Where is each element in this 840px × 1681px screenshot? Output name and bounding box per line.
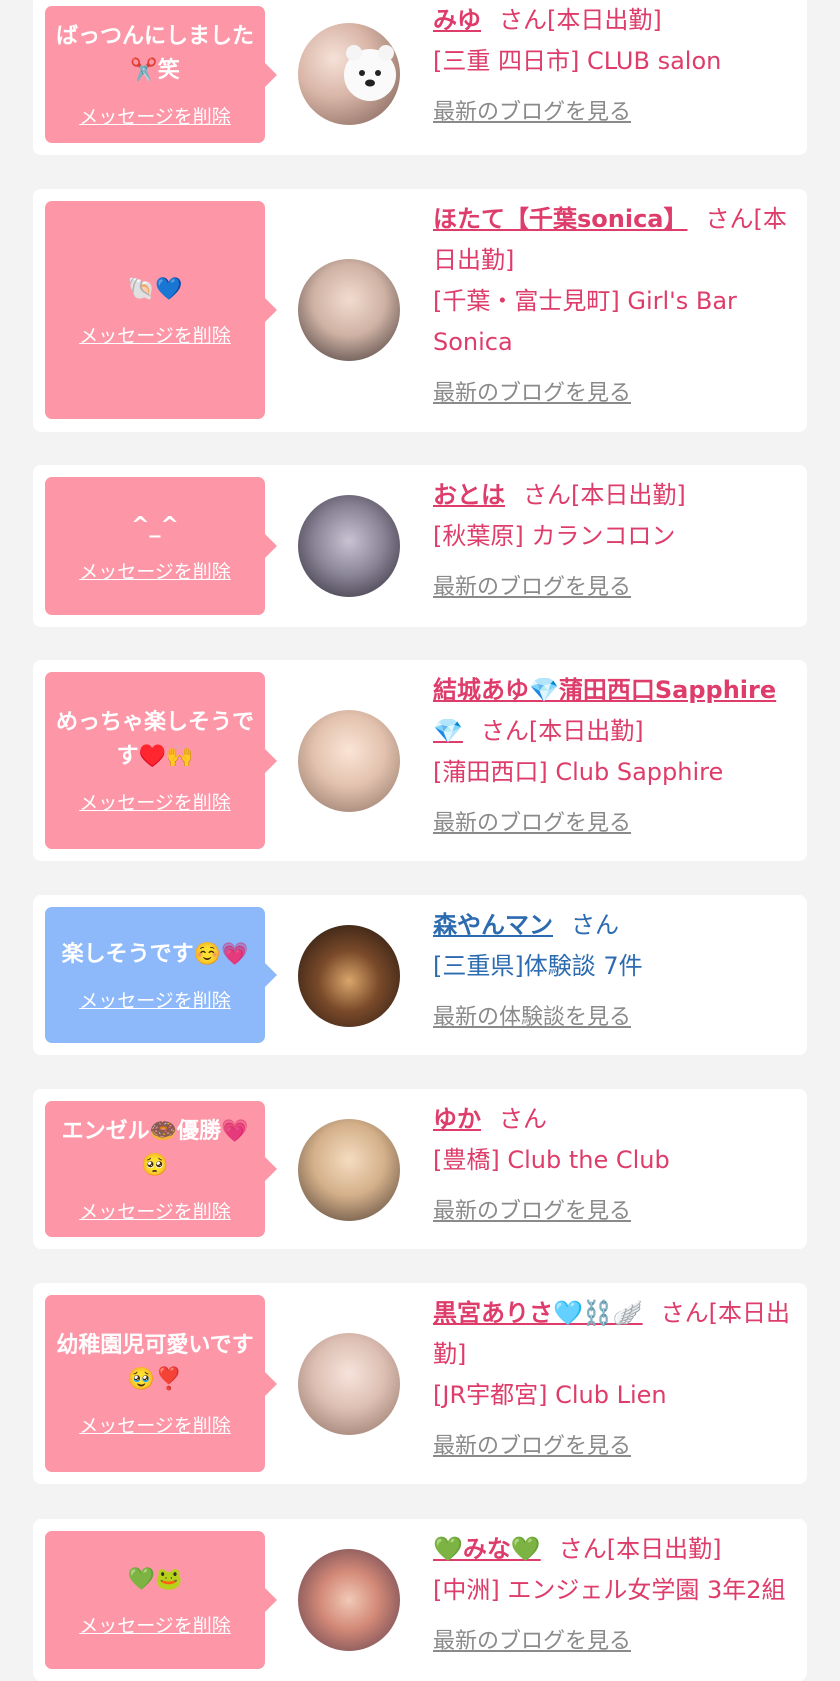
message-text: ばっつんにしました✂️笑 <box>55 24 254 83</box>
message-bubble: ばっつんにしました✂️笑 メッセージを削除 <box>45 6 277 143</box>
shop-info: [秋葉原] カランコロン <box>433 522 676 550</box>
cast-name-link[interactable]: おとは <box>433 481 505 509</box>
message-bubble: 楽しそうです☺️💗 メッセージを削除 <box>45 907 277 1043</box>
message-card: エンゼル🍩優勝💗🥺 メッセージを削除 ゆか さん [豊橋] Club the Cl… <box>33 1089 807 1249</box>
message-card: 🐚💙 メッセージを削除 ほたて【千葉sonica】 さん[本日出勤] [千葉・富士… <box>33 189 807 432</box>
message-card: 幼稚園児可愛いです🥹❣️ メッセージを削除 黒宮ありさ🩵⛓️🪽 さん[本日出勤] … <box>33 1283 807 1484</box>
delete-message-link[interactable]: メッセージを削除 <box>79 1611 231 1638</box>
message-text: 💚🐸 <box>127 1566 183 1592</box>
delete-message-link[interactable]: メッセージを削除 <box>79 1197 231 1224</box>
avatar[interactable] <box>298 495 400 597</box>
delete-message-link[interactable]: メッセージを削除 <box>79 102 231 129</box>
delete-message-link[interactable]: メッセージを削除 <box>79 986 231 1013</box>
cast-name-link[interactable]: 💚みな💚 <box>433 1535 541 1563</box>
avatar[interactable] <box>298 1333 400 1435</box>
cast-name-link[interactable]: 黒宮ありさ🩵⛓️🪽 <box>433 1299 643 1327</box>
message-card: 楽しそうです☺️💗 メッセージを削除 森やんマン さん [三重県]体験談 7件 最… <box>33 895 807 1055</box>
message-text: エンゼル🍩優勝💗🥺 <box>61 1118 249 1178</box>
cast-status: さん <box>499 1105 547 1133</box>
shop-info: [三重 四日市] CLUB salon <box>433 47 722 75</box>
message-card: めっちゃ楽しそうです♥️🙌 メッセージを削除 結城あゆ💎蒲田西口Sapphire… <box>33 660 807 861</box>
message-card: 💚🐸 メッセージを削除 💚みな💚 さん[本日出勤] [中洲] エンジェル女学園 3… <box>33 1519 807 1681</box>
latest-blog-link[interactable]: 最新のブログを見る <box>433 1428 631 1460</box>
latest-review-link[interactable]: 最新の体験談を見る <box>433 999 631 1031</box>
latest-blog-link[interactable]: 最新のブログを見る <box>433 94 631 126</box>
avatar[interactable] <box>298 710 400 812</box>
message-text: 🐚💙 <box>127 276 183 302</box>
delete-message-link[interactable]: メッセージを削除 <box>79 557 231 584</box>
message-text: ^_^ <box>131 512 179 538</box>
shop-info: [千葉・富士見町] Girl's Bar Sonica <box>433 287 737 356</box>
cast-status: さん[本日出勤] <box>523 481 686 509</box>
review-count: [三重県]体験談 7件 <box>433 952 643 980</box>
message-card: ^_^ メッセージを削除 おとは さん[本日出勤] [秋葉原] カランコロン 最新… <box>33 465 807 627</box>
shop-info: [中洲] エンジェル女学園 3年2組 <box>433 1576 786 1604</box>
avatar[interactable] <box>298 259 400 361</box>
profile-info: 黒宮ありさ🩵⛓️🪽 さん[本日出勤] [JR宇都宮] Club Lien 最新のブ… <box>433 1293 801 1460</box>
cast-status: さん[本日出勤] <box>480 717 644 745</box>
message-bubble: 🐚💙 メッセージを削除 <box>45 201 277 419</box>
profile-info: ゆか さん [豊橋] Club the Club 最新のブログを見る <box>433 1099 801 1225</box>
message-bubble: 幼稚園児可愛いです🥹❣️ メッセージを削除 <box>45 1295 277 1472</box>
shop-info: [豊橋] Club the Club <box>433 1146 670 1174</box>
latest-blog-link[interactable]: 最新のブログを見る <box>433 805 631 837</box>
message-text: めっちゃ楽しそうです♥️🙌 <box>55 710 254 769</box>
cast-name-link[interactable]: みゆ <box>433 6 481 34</box>
avatar[interactable] <box>298 1549 400 1651</box>
delete-message-link[interactable]: メッセージを削除 <box>79 321 231 348</box>
user-name-link[interactable]: 森やんマン <box>433 911 553 939</box>
latest-blog-link[interactable]: 最新のブログを見る <box>433 1623 631 1655</box>
profile-info: 結城あゆ💎蒲田西口Sapphire💎 さん[本日出勤] [蒲田西口] Club S… <box>433 670 801 837</box>
shop-info: [蒲田西口] Club Sapphire <box>433 758 724 786</box>
message-card: ばっつんにしました✂️笑 メッセージを削除 みゆ さん[本日出勤] [三重 四日市… <box>33 0 807 155</box>
cast-name-link[interactable]: ほたて【千葉sonica】 <box>433 205 688 233</box>
avatar[interactable] <box>298 925 400 1027</box>
latest-blog-link[interactable]: 最新のブログを見る <box>433 569 631 601</box>
profile-info: おとは さん[本日出勤] [秋葉原] カランコロン 最新のブログを見る <box>433 475 801 601</box>
message-list: ばっつんにしました✂️笑 メッセージを削除 みゆ さん[本日出勤] [三重 四日市… <box>0 0 840 1681</box>
profile-info: 💚みな💚 さん[本日出勤] [中洲] エンジェル女学園 3年2組 最新のブログを見… <box>433 1529 801 1655</box>
avatar[interactable] <box>298 1119 400 1221</box>
message-bubble: ^_^ メッセージを削除 <box>45 477 277 615</box>
avatar[interactable] <box>298 23 400 125</box>
bear-emoji-icon <box>344 45 396 101</box>
message-bubble: エンゼル🍩優勝💗🥺 メッセージを削除 <box>45 1101 277 1237</box>
shop-info: [JR宇都宮] Club Lien <box>433 1381 667 1409</box>
user-suffix: さん <box>571 911 619 939</box>
cast-status: さん[本日出勤] <box>558 1535 722 1563</box>
cast-name-link[interactable]: ゆか <box>433 1105 481 1133</box>
message-bubble: 💚🐸 メッセージを削除 <box>45 1531 277 1669</box>
latest-blog-link[interactable]: 最新のブログを見る <box>433 1193 631 1225</box>
message-text: 楽しそうです☺️💗 <box>61 941 249 967</box>
cast-status: さん[本日出勤] <box>499 6 662 34</box>
profile-info: 森やんマン さん [三重県]体験談 7件 最新の体験談を見る <box>433 905 801 1031</box>
profile-info: みゆ さん[本日出勤] [三重 四日市] CLUB salon 最新のブログを見る <box>433 0 801 126</box>
delete-message-link[interactable]: メッセージを削除 <box>79 1411 231 1438</box>
message-text: 幼稚園児可愛いです🥹❣️ <box>56 1333 254 1392</box>
delete-message-link[interactable]: メッセージを削除 <box>79 788 231 815</box>
latest-blog-link[interactable]: 最新のブログを見る <box>433 375 631 407</box>
profile-info: ほたて【千葉sonica】 さん[本日出勤] [千葉・富士見町] Girl's B… <box>433 199 801 407</box>
message-bubble: めっちゃ楽しそうです♥️🙌 メッセージを削除 <box>45 672 277 849</box>
